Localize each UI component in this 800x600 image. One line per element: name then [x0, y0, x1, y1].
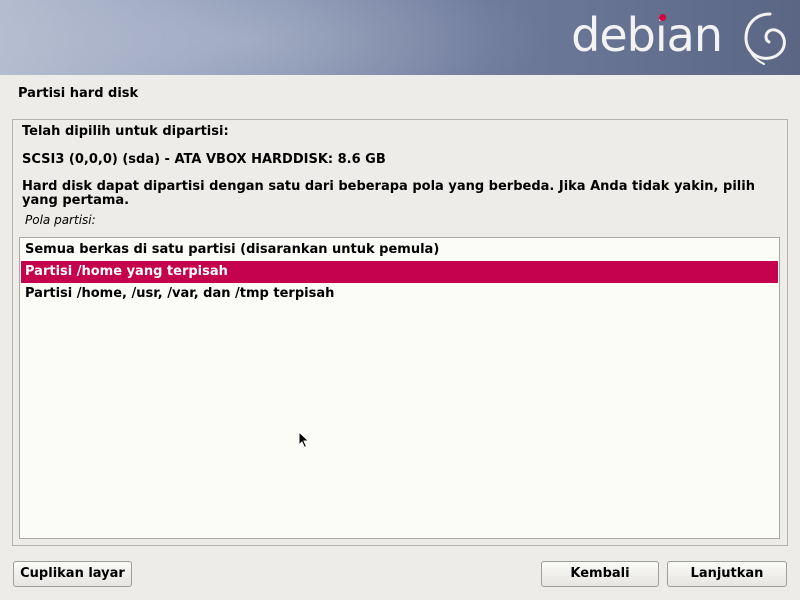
list-item[interactable]: Semua berkas di satu partisi (disarankan…: [21, 239, 778, 261]
screenshot-button[interactable]: Cuplikan layar: [13, 561, 132, 587]
continue-button[interactable]: Lanjutkan: [667, 561, 787, 587]
description-text: Hard disk dapat dipartisi dengan satu da…: [22, 179, 755, 208]
partition-scheme-label: Pola partisi:: [25, 213, 96, 227]
back-button[interactable]: Kembali: [541, 561, 659, 587]
disk-name: SCSI3 (0,0,0) (sda) - ATA VBOX HARDDISK:…: [22, 152, 386, 167]
logo-dot: [659, 14, 666, 21]
partition-scheme-list[interactable]: Semua berkas di satu partisi (disarankan…: [19, 237, 780, 539]
banner-decoration: [0, 0, 550, 75]
page-title: Partisi hard disk: [18, 86, 139, 101]
debian-logo-text: debian: [571, 8, 723, 62]
selected-disk-label: Telah dipilih untuk dipartisi:: [22, 124, 229, 139]
list-item-selected[interactable]: Partisi /home yang terpisah: [21, 261, 778, 283]
list-item[interactable]: Partisi /home, /usr, /var, dan /tmp terp…: [21, 283, 778, 305]
header-banner: debian: [0, 0, 800, 75]
debian-swirl-icon: [744, 12, 786, 65]
mouse-cursor-icon: [298, 431, 310, 449]
